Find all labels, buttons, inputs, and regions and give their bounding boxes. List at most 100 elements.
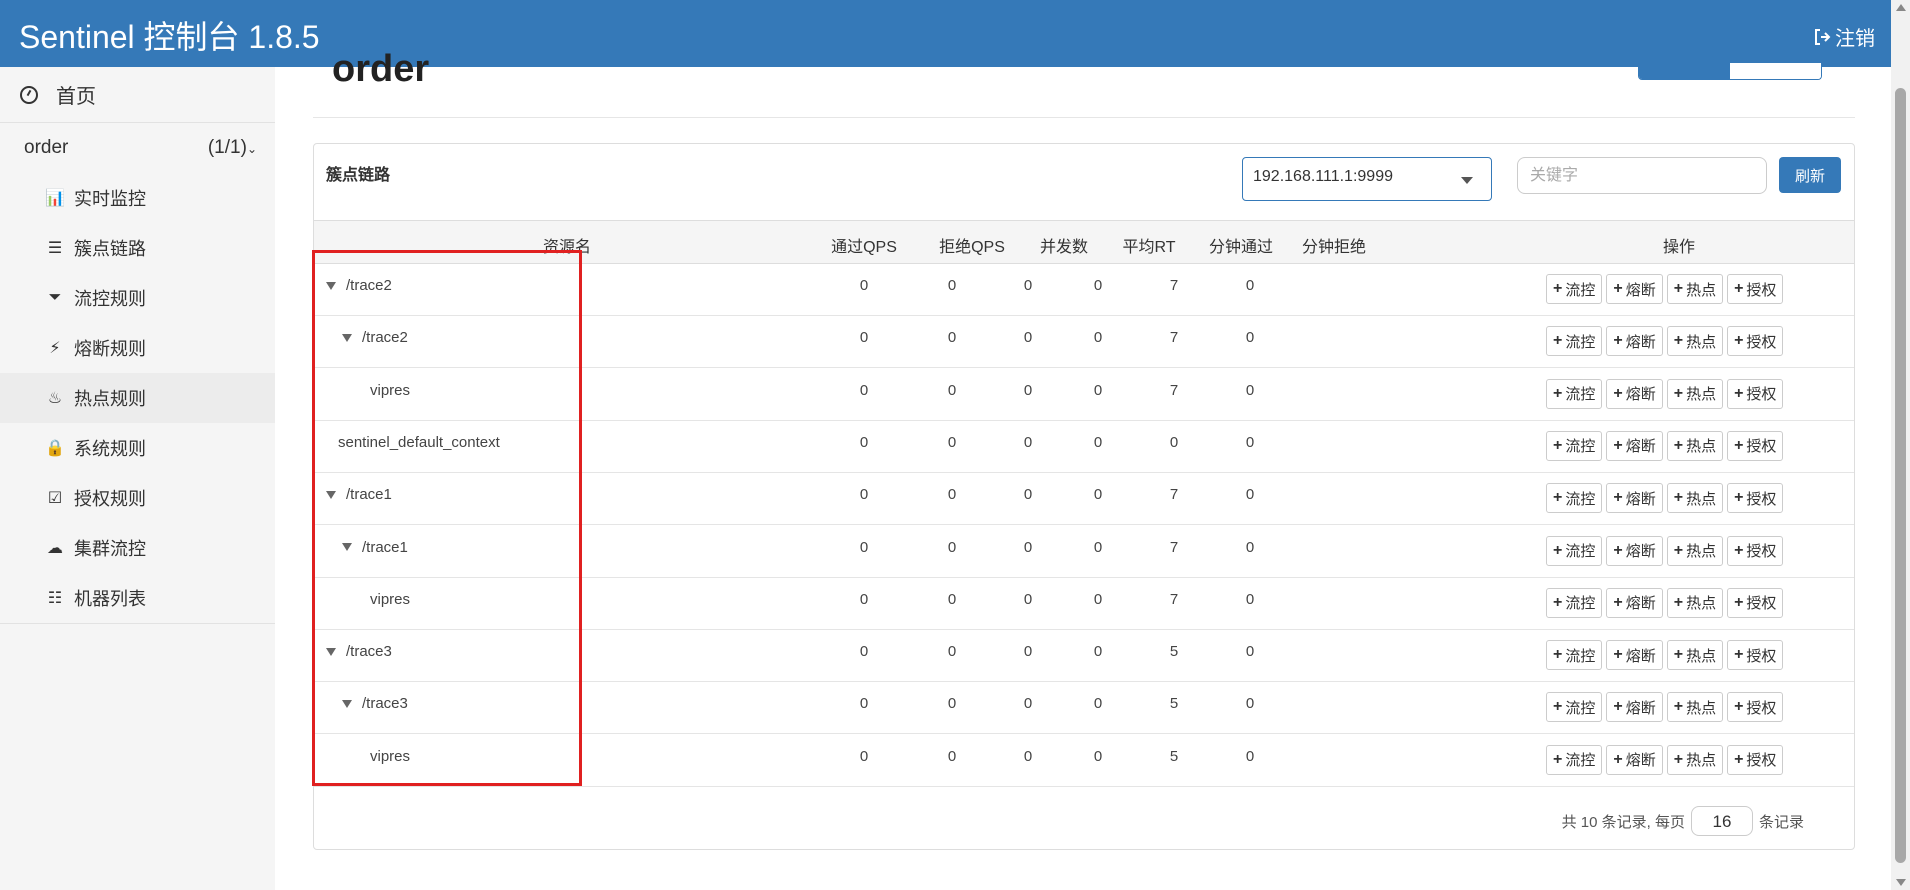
hotspot-rule-button[interactable]: + 热点 [1666, 640, 1724, 671]
hotspot-rule-button[interactable]: + 热点 [1666, 535, 1724, 566]
authority-rule-button[interactable]: + 授权 [1727, 640, 1784, 671]
degrade-rule-button[interactable]: + 熔断 [1606, 744, 1663, 775]
metric-value: 0 [947, 277, 957, 294]
row-actions: + 流控 + 熔断 + 热点 + 授权 [1546, 535, 1784, 566]
authority-rule-button[interactable]: + 授权 [1727, 378, 1784, 409]
sidebar-item-fire[interactable]: ♨ 热点规则 [0, 373, 275, 423]
machine-select[interactable]: 192.168.111.1:9999 [1242, 157, 1492, 201]
scrollbar-thumb[interactable] [1895, 88, 1906, 863]
keyword-search-input[interactable] [1517, 157, 1767, 194]
sidebar-item-bar-chart[interactable]: 📊 实时监控 [0, 173, 275, 223]
degrade-rule-button[interactable]: + 熔断 [1606, 640, 1663, 671]
flow-rule-button[interactable]: + 流控 [1546, 535, 1603, 566]
action-label: 热点 [1686, 281, 1717, 299]
hotspot-rule-button[interactable]: + 热点 [1666, 483, 1724, 514]
action-label: 授权 [1746, 752, 1777, 770]
degrade-rule-button[interactable]: + 熔断 [1606, 430, 1663, 461]
scroll-down-icon[interactable] [1896, 879, 1906, 886]
row-actions: + 流控 + 熔断 + 热点 + 授权 [1546, 326, 1784, 357]
flow-rule-button[interactable]: + 流控 [1546, 692, 1603, 723]
flow-rule-button[interactable]: + 流控 [1546, 483, 1603, 514]
logout-button[interactable]: 注销 [1813, 22, 1875, 51]
hotspot-rule-button[interactable]: + 热点 [1666, 326, 1724, 357]
flow-rule-button[interactable]: + 流控 [1546, 378, 1603, 409]
action-label: 热点 [1686, 699, 1717, 717]
hotspot-rule-button[interactable]: + 热点 [1666, 378, 1724, 409]
action-label: 热点 [1686, 752, 1717, 770]
plus-icon: + [1553, 593, 1563, 611]
col-avg-rt: 平均RT [1122, 239, 1176, 256]
page-size-input[interactable]: 16 [1690, 806, 1753, 836]
metric-value: 0 [1245, 329, 1255, 347]
plus-icon: + [1734, 332, 1744, 350]
degrade-rule-button[interactable]: + 熔断 [1606, 692, 1663, 723]
sidebar-item-list[interactable]: ☰ 簇点链路 [0, 223, 275, 273]
sidebar-item-cloud[interactable]: ☁ 集群流控 [0, 523, 275, 573]
hotspot-rule-button[interactable]: + 热点 [1666, 692, 1724, 723]
authority-rule-button[interactable]: + 授权 [1727, 587, 1784, 618]
action-label: 热点 [1686, 438, 1717, 456]
sidebar-divider [0, 623, 275, 624]
row-actions: + 流控 + 熔断 + 热点 + 授权 [1546, 587, 1784, 618]
plus-icon: + [1673, 593, 1684, 611]
flow-rule-button[interactable]: + 流控 [1546, 587, 1603, 618]
scroll-up-icon[interactable] [1896, 4, 1906, 11]
metric-value: 0 [1169, 433, 1179, 451]
app-title[interactable]: Sentinel 控制台 1.8.5 [19, 12, 320, 58]
refresh-button[interactable]: 刷新 [1779, 157, 1841, 193]
flow-rule-button[interactable]: + 流控 [1546, 640, 1603, 671]
sidebar-item-filter[interactable]: ⏷ 流控规则 [0, 273, 275, 323]
authority-rule-button[interactable]: + 授权 [1727, 692, 1784, 723]
degrade-rule-button[interactable]: + 熔断 [1606, 535, 1663, 566]
authority-rule-button[interactable]: + 授权 [1727, 430, 1784, 461]
col-actions: 操作 [1662, 239, 1696, 256]
filter-icon: ⏷ [48, 289, 62, 306]
metric-value: 0 [1093, 433, 1103, 451]
metric-value: 0 [1245, 486, 1255, 504]
metric-value: 5 [1169, 747, 1179, 765]
hotspot-rule-button[interactable]: + 热点 [1666, 430, 1724, 461]
authority-rule-button[interactable]: + 授权 [1727, 744, 1784, 775]
plus-icon: + [1553, 541, 1563, 559]
panel-title: 簇点链路 [326, 167, 391, 184]
degrade-rule-button[interactable]: + 熔断 [1606, 326, 1663, 357]
hotspot-rule-button[interactable]: + 热点 [1666, 274, 1724, 304]
flow-rule-button[interactable]: + 流控 [1546, 274, 1603, 304]
sidebar-item-flash[interactable]: ⚡ 熔断规则 [0, 323, 275, 373]
metric-value: 0 [1023, 695, 1033, 713]
plus-icon: + [1734, 646, 1744, 664]
authority-rule-button[interactable]: + 授权 [1727, 274, 1784, 304]
authority-rule-button[interactable]: + 授权 [1727, 326, 1784, 357]
sidebar-item-lock[interactable]: 🔒 系统规则 [0, 423, 275, 473]
toggle-list-view[interactable] [1730, 63, 1821, 79]
page-scrollbar[interactable] [1891, 0, 1910, 890]
sidebar-item-th-list[interactable]: ☷ 机器列表 [0, 573, 275, 623]
toggle-tree-view[interactable] [1639, 63, 1730, 79]
hotspot-rule-button[interactable]: + 热点 [1666, 744, 1724, 775]
metric-value: 0 [1093, 277, 1103, 294]
sidebar-item-label: 授权规则 [74, 489, 146, 509]
plus-icon: + [1734, 280, 1744, 297]
title-divider [313, 117, 1855, 118]
plus-icon: + [1553, 280, 1563, 297]
metric-value: 0 [1245, 747, 1255, 765]
sidebar-item-check[interactable]: ☑ 授权规则 [0, 473, 275, 523]
sidebar-app-order[interactable]: order (1/1)⌄ [0, 123, 275, 173]
flow-rule-button[interactable]: + 流控 [1546, 744, 1603, 775]
action-label: 热点 [1686, 490, 1717, 508]
hotspot-rule-button[interactable]: + 热点 [1666, 587, 1724, 618]
degrade-rule-button[interactable]: + 熔断 [1606, 587, 1663, 618]
metric-value: 0 [1093, 643, 1103, 661]
degrade-rule-button[interactable]: + 熔断 [1606, 378, 1663, 409]
sidebar-item-home[interactable]: 首页 [0, 67, 275, 123]
degrade-rule-button[interactable]: + 熔断 [1606, 274, 1663, 304]
sidebar-item-label: 熔断规则 [74, 339, 146, 359]
plus-icon: + [1673, 541, 1684, 559]
flow-rule-button[interactable]: + 流控 [1546, 430, 1603, 461]
row-actions: + 流控 + 熔断 + 热点 + 授权 [1546, 483, 1784, 514]
authority-rule-button[interactable]: + 授权 [1727, 483, 1784, 514]
action-label: 流控 [1565, 281, 1596, 299]
flow-rule-button[interactable]: + 流控 [1546, 326, 1603, 357]
authority-rule-button[interactable]: + 授权 [1727, 535, 1784, 566]
degrade-rule-button[interactable]: + 熔断 [1606, 483, 1663, 514]
